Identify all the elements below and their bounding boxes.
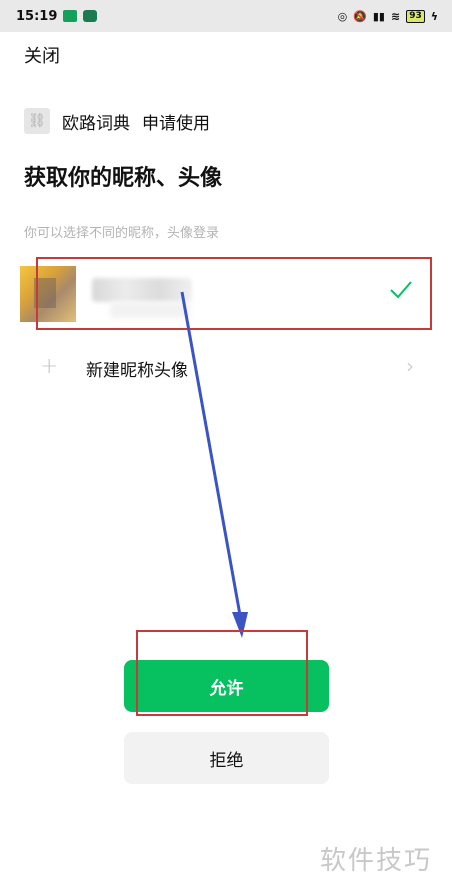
annotation-box-account	[36, 257, 432, 330]
hint-text: 你可以选择不同的昵称，头像登录	[24, 226, 220, 241]
app-notification-icon-2	[83, 10, 98, 22]
status-bar: 15:19 ◎ 🔕 ▮▮ ≋ 93 ϟ	[0, 0, 452, 32]
close-button[interactable]: 关闭	[24, 42, 60, 68]
page-title: 获取你的昵称、头像	[24, 166, 223, 191]
wifi-icon: ≋	[390, 9, 401, 23]
status-right: ◎ 🔕 ▮▮ ≋ 93 ϟ	[337, 9, 438, 23]
status-time: 15:19	[16, 8, 58, 24]
charging-icon: ϟ	[430, 9, 438, 23]
plus-icon: +	[40, 354, 59, 379]
new-profile-label: 新建昵称头像	[86, 361, 188, 381]
app-notification-icon	[63, 10, 78, 22]
link-icon: ⛓	[24, 108, 50, 134]
signal-icon: ▮▮	[372, 9, 385, 23]
annotation-box-allow	[136, 630, 308, 716]
new-profile-option[interactable]: + 新建昵称头像 ›	[0, 350, 440, 390]
battery-icon: 93	[406, 9, 425, 23]
app-request-text: 申请使用	[142, 113, 210, 134]
app-name: 欧路词典	[62, 113, 130, 134]
watermark: 软件技巧	[320, 846, 433, 876]
nfc-icon: ◎	[337, 9, 348, 23]
status-left: 15:19	[16, 8, 98, 24]
chevron-right-icon: ›	[406, 354, 414, 378]
mute-icon: 🔕	[353, 9, 367, 23]
app-info-row: ⛓ 欧路词典 申请使用	[24, 108, 210, 134]
deny-button[interactable]: 拒绝	[124, 732, 329, 784]
